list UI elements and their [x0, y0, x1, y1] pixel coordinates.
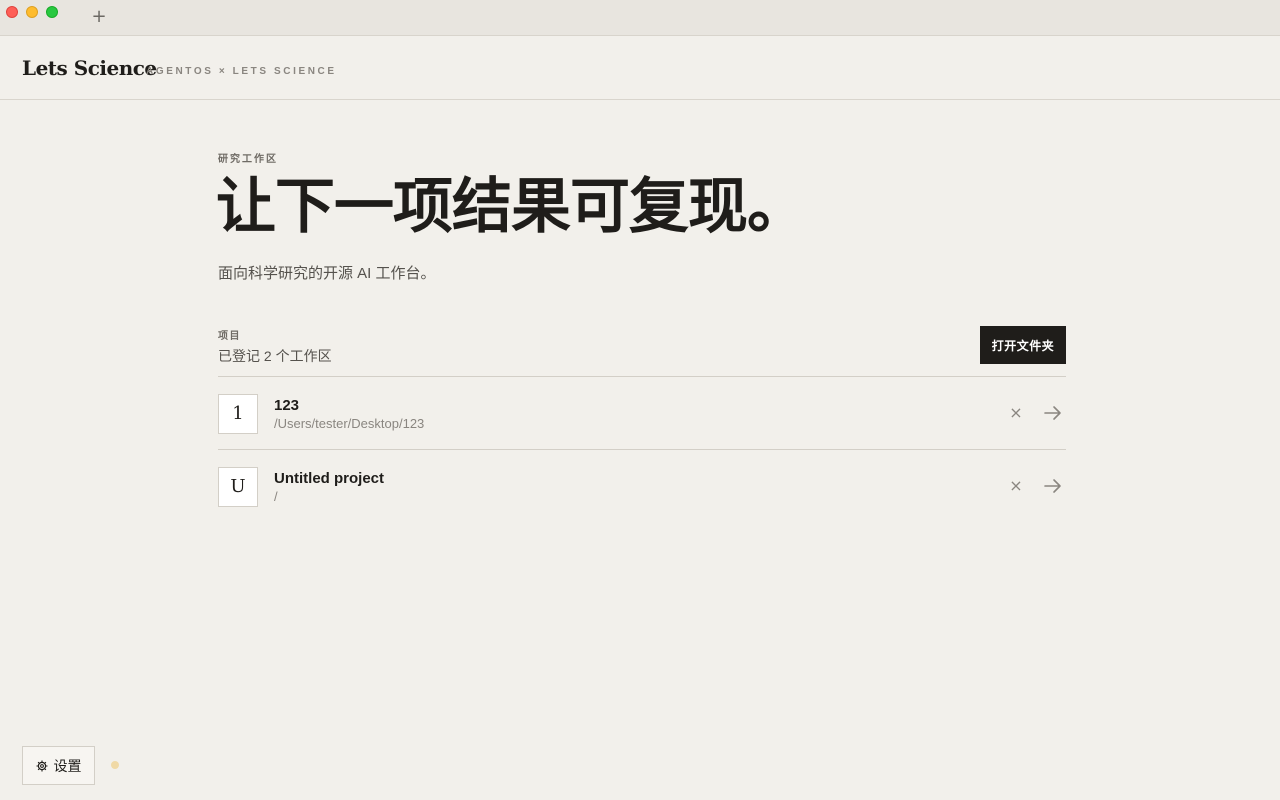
project-path: /Users/tester/Desktop/123	[274, 416, 425, 431]
settings-button[interactable]: 设置	[22, 746, 95, 785]
project-row[interactable]: 1 123 /Users/tester/Desktop/123 ×	[218, 377, 1066, 450]
projects-label: 项目	[218, 331, 241, 342]
remove-project-button[interactable]: ×	[1006, 476, 1026, 496]
gear-icon	[36, 760, 47, 771]
brand-subtitle: AGENTOS × LETS SCIENCE	[146, 66, 337, 77]
section-eyebrow: 研究工作区	[218, 154, 278, 165]
project-name[interactable]: 123	[274, 397, 299, 414]
status-indicator	[111, 761, 119, 769]
projects-count: 已登记 2 个工作区	[218, 348, 332, 364]
project-path: /	[274, 489, 278, 504]
window-titlebar: +	[0, 0, 1280, 36]
close-window-button[interactable]	[6, 6, 18, 18]
project-avatar: 1	[218, 394, 258, 434]
settings-label: 设置	[53, 757, 82, 774]
open-folder-button[interactable]: 打开文件夹	[980, 326, 1066, 364]
project-row[interactable]: U Untitled project / ×	[218, 450, 1066, 523]
project-name[interactable]: Untitled project	[274, 470, 384, 487]
maximize-window-button[interactable]	[46, 6, 58, 18]
minimize-window-button[interactable]	[26, 6, 38, 18]
new-tab-button[interactable]: +	[90, 8, 108, 26]
page-tagline: 面向科学研究的开源 AI 工作台。	[218, 265, 436, 282]
brand-logo[interactable]: Lets Science	[22, 56, 157, 80]
remove-project-button[interactable]: ×	[1006, 403, 1026, 423]
page-title: 让下一项结果可复现。	[216, 172, 807, 242]
project-list: 1 123 /Users/tester/Desktop/123 × U Unti…	[218, 376, 1066, 523]
arrow-right-icon[interactable]	[1042, 402, 1064, 424]
project-avatar: U	[218, 467, 258, 507]
arrow-right-icon[interactable]	[1042, 475, 1064, 497]
app-header: Lets Science AGENTOS × LETS SCIENCE	[0, 36, 1280, 100]
